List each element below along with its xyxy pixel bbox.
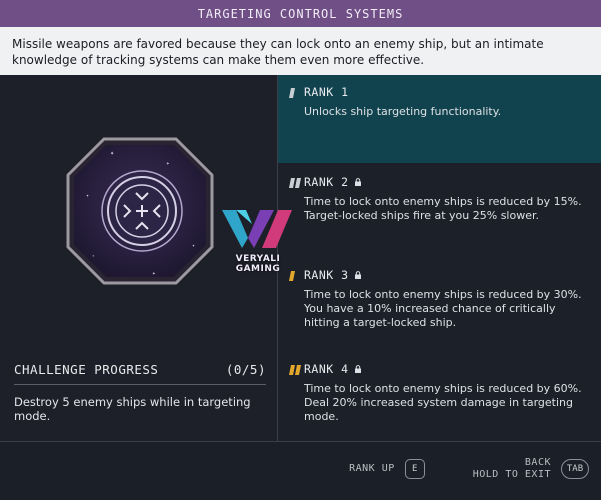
rank-description: Time to lock onto enemy ships is reduced… — [304, 288, 582, 329]
challenge-divider — [14, 384, 266, 385]
back-label-group: BACK HOLD TO EXIT — [473, 457, 551, 481]
challenge-description: Destroy 5 enemy ships while in targeting… — [14, 395, 251, 423]
rank-title: RANK 4 — [304, 362, 349, 376]
star-icon: ✦ — [166, 160, 170, 167]
rank-description: Unlocks ship targeting functionality. — [304, 105, 502, 118]
rank-4-marker-icon — [289, 365, 301, 375]
rank-title: RANK 3 — [304, 268, 349, 282]
star-icon: ✦ — [152, 270, 156, 277]
rank-up-button[interactable]: E — [404, 459, 425, 479]
rank-description: Time to lock onto enemy ships is reduced… — [304, 195, 582, 222]
rank-list: RANK 1 Unlocks ship targeting functional… — [278, 75, 601, 441]
back-button[interactable]: TAB — [561, 459, 589, 479]
rank-title: RANK 1 — [304, 85, 349, 99]
lock-icon — [354, 365, 361, 373]
star-icon: ✦ — [192, 243, 195, 249]
control-hints-bar: RANK UP E BACK HOLD TO EXIT TAB — [0, 441, 601, 500]
lock-icon — [354, 271, 361, 279]
skill-title: TARGETING CONTROL SYSTEMS — [197, 6, 404, 21]
window-title-bar: TARGETING CONTROL SYSTEMS — [0, 0, 601, 27]
rank-item-4[interactable]: RANK 4 Time to lock onto enemy ships is … — [278, 362, 601, 438]
challenge-progress-section: CHALLENGE PROGRESS (0/5) Destroy 5 enemy… — [14, 362, 266, 423]
lock-icon — [354, 178, 361, 186]
back-label: BACK — [524, 457, 551, 468]
rank-title: RANK 2 — [304, 175, 349, 189]
star-icon: ✦ — [86, 193, 89, 199]
challenge-progress-count: (0/5) — [225, 362, 266, 377]
rank-up-label: RANK UP — [349, 463, 395, 474]
rank-2-marker-icon — [289, 178, 301, 188]
targeting-skill-badge-icon: ✦ ✦ ✦ ✦ ✦ ✦ — [66, 137, 214, 285]
challenge-title: CHALLENGE PROGRESS — [14, 362, 159, 377]
rank-item-1[interactable]: RANK 1 Unlocks ship targeting functional… — [278, 75, 601, 163]
skill-description: Missile weapons are favored because they… — [0, 27, 601, 75]
rank-1-marker-icon — [289, 88, 295, 98]
hold-to-exit-label: HOLD TO EXIT — [472, 469, 551, 480]
rank-item-3[interactable]: RANK 3 Time to lock onto enemy ships is … — [278, 268, 601, 358]
rank-3-marker-icon — [289, 271, 295, 281]
rank-item-2[interactable]: RANK 2 Time to lock onto enemy ships is … — [278, 175, 601, 255]
rank-description: Time to lock onto enemy ships is reduced… — [304, 382, 582, 423]
